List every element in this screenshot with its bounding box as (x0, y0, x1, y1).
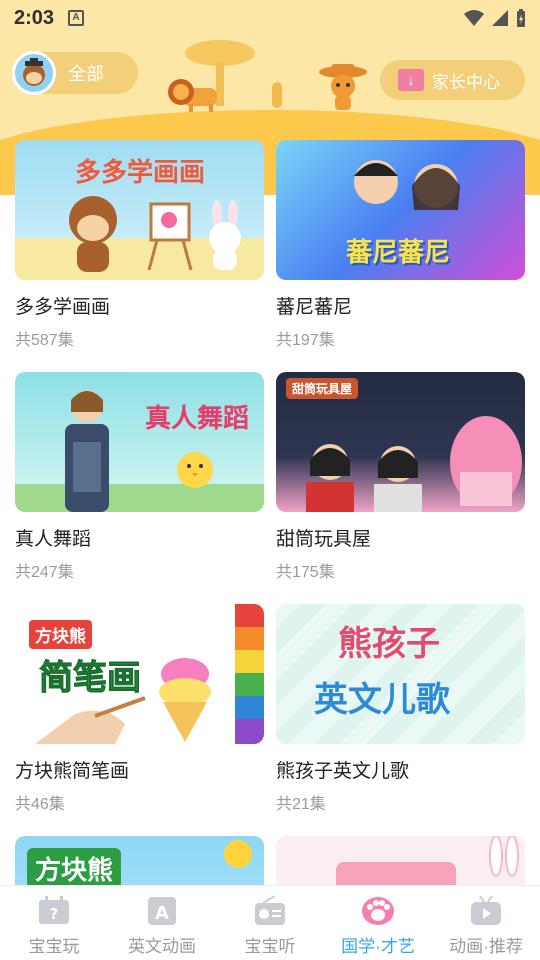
card-title: 蕃尼蕃尼 (276, 297, 353, 318)
card-title: 多多学画画 (15, 297, 111, 318)
card-thumbnail: 蕃尼蕃尼 (276, 140, 525, 280)
thumbnail-title: 方块熊 (27, 848, 122, 889)
nav-tab-english-cartoon[interactable]: A 英文动画 (108, 886, 216, 960)
card-thumbnail: 熊孩子 英文儿歌 (276, 604, 525, 744)
nav-tab-culture-talent[interactable]: 国学·才艺 (324, 886, 432, 960)
download-folder-icon: ↓ (398, 69, 424, 91)
battery-icon (517, 9, 525, 27)
sun-illustration (224, 840, 252, 868)
content-card[interactable]: 真人舞蹈 真人舞蹈 共247集 (15, 372, 264, 582)
ice-cream-drawing (159, 658, 211, 742)
episode-count: 共587集 (15, 332, 74, 349)
thumbnail-brand: 熊孩子 (338, 624, 440, 664)
svg-text:?: ? (50, 905, 59, 923)
status-bar: 2:03 A (0, 0, 540, 36)
category-selector[interactable]: 全部 (12, 51, 138, 95)
episode-count: 共21集 (276, 796, 326, 813)
svg-text:A: A (155, 903, 169, 924)
card-title: 熊孩子英文儿歌 (276, 761, 410, 782)
letter-a-icon: A (148, 897, 176, 925)
card-title: 方块熊简笔画 (15, 761, 130, 782)
monkey-artist-illustration (69, 196, 117, 272)
thumbnail-title: 简笔画 (39, 658, 142, 699)
episode-count: 共46集 (15, 796, 65, 813)
monkey-avatar-icon (12, 51, 56, 95)
cactus-decoration (272, 82, 282, 108)
cat-explorer-illustration (319, 64, 367, 110)
nav-tab-baby-play[interactable]: ? 宝宝玩 (0, 886, 108, 960)
card-title: 真人舞蹈 (15, 529, 92, 550)
episode-count: 共175集 (276, 564, 335, 581)
color-palette-strip (235, 604, 264, 744)
thumbnail-title: 甜筒玩具屋 (286, 378, 359, 399)
nav-label: 宝宝玩 (28, 937, 80, 956)
card-thumbnail: 甜筒玩具屋 (276, 372, 525, 512)
nav-label: 宝宝听 (244, 937, 296, 956)
content-card[interactable]: 甜筒玩具屋 甜筒玩具屋 共175集 (276, 372, 525, 582)
notification-a-icon: A (68, 10, 85, 26)
easel-illustration (147, 202, 193, 270)
card-title: 甜筒玩具屋 (276, 529, 372, 550)
status-time: 2:03 (14, 6, 55, 29)
chick-illustration (177, 452, 213, 488)
parent-center-button[interactable]: ↓ 家长中心 (380, 60, 525, 100)
dancer-photo (65, 390, 109, 512)
tv-play-icon (471, 896, 501, 925)
content-card[interactable]: 方块熊 简笔画 方块熊简笔画 共46集 (15, 604, 264, 814)
content-card[interactable]: 熊孩子 英文儿歌 熊孩子英文儿歌 共21集 (276, 604, 525, 814)
category-label: 全部 (68, 64, 104, 84)
thumbnail-title: 英文儿歌 (314, 680, 450, 720)
signal-icon (492, 10, 508, 26)
paw-icon (362, 897, 394, 925)
wifi-icon (464, 10, 484, 26)
thumbnail-title: 蕃尼蕃尼 (346, 238, 451, 268)
nav-label: 国学·才艺 (341, 937, 415, 956)
drawing-hand-illustration (35, 696, 146, 744)
question-card-icon: ? (39, 896, 69, 924)
thumbnail-title: 真人舞蹈 (145, 404, 250, 434)
card-thumbnail: 真人舞蹈 (15, 372, 264, 512)
episode-count: 共197集 (276, 332, 335, 349)
nav-tab-baby-listen[interactable]: 宝宝听 (216, 886, 324, 960)
radio-icon (255, 896, 285, 925)
parent-center-label: 家长中心 (432, 72, 500, 92)
card-thumbnail: 多多学画画 (15, 140, 264, 280)
nav-label: 动画·推荐 (449, 937, 523, 956)
hosts-photo (354, 160, 460, 210)
lion-illustration (168, 79, 217, 112)
card-thumbnail: 方块熊 简笔画 (15, 604, 264, 744)
episode-count: 共247集 (15, 564, 74, 581)
bottom-navigation: ? 宝宝玩 A 英文动画 宝宝听 国学·才艺 动画·推荐 (0, 885, 540, 960)
bunny-ears-illustration (489, 836, 519, 877)
thumbnail-brand: 方块熊 (29, 620, 92, 649)
hosts-photo (306, 444, 422, 512)
nav-label: 英文动画 (128, 937, 196, 956)
status-icons (464, 9, 526, 27)
content-card[interactable]: 蕃尼蕃尼 蕃尼蕃尼 共197集 (276, 140, 525, 350)
thumbnail-title: 多多学画画 (75, 158, 206, 188)
ice-cream-shop-illustration (450, 416, 522, 508)
bunny-illustration (209, 200, 241, 270)
nav-tab-cartoon-recommend[interactable]: 动画·推荐 (432, 886, 540, 960)
content-card[interactable]: 多多学画画 多多学画画 共587集 (15, 140, 264, 350)
